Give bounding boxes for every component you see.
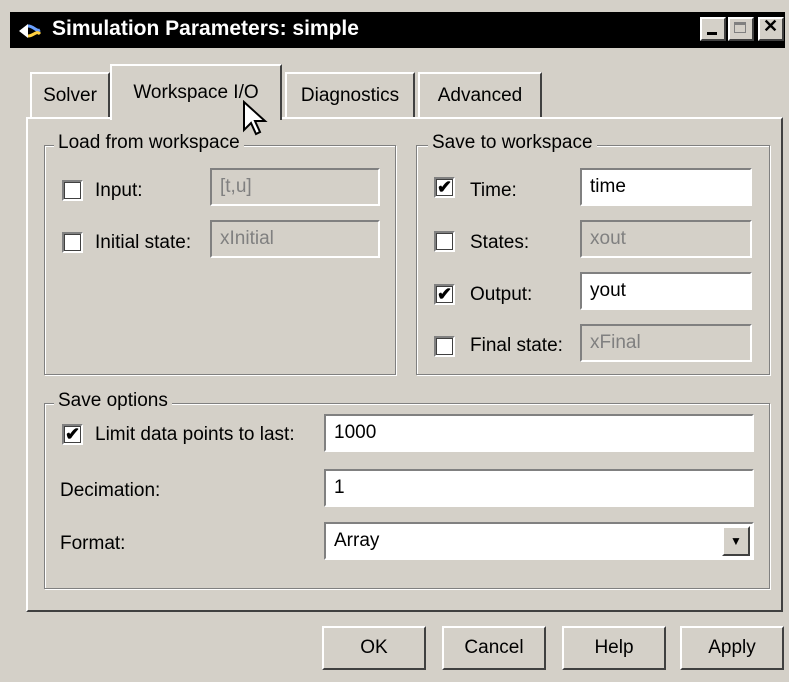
input-label: Input: [95, 180, 143, 201]
decimation-field[interactable]: 1 [324, 469, 754, 507]
initial-state-checkbox[interactable] [62, 232, 83, 253]
output-field[interactable]: yout [580, 272, 752, 310]
initial-state-field[interactable]: xInitial [210, 220, 380, 258]
time-label: Time: [470, 180, 517, 201]
simulink-icon [19, 24, 42, 38]
time-field[interactable]: time [580, 168, 752, 206]
mouse-cursor-icon [243, 100, 268, 136]
time-checkbox[interactable]: ✔ [434, 177, 455, 198]
format-select[interactable]: Array ▼ [324, 522, 754, 560]
decimation-label: Decimation: [60, 480, 161, 501]
ok-button[interactable]: OK [322, 626, 426, 670]
cancel-button[interactable]: Cancel [442, 626, 546, 670]
save-options-title: Save options [54, 390, 172, 412]
limit-data-points-field[interactable]: 1000 [324, 414, 754, 452]
check-icon: ✔ [436, 177, 453, 197]
final-state-field[interactable]: xFinal [580, 324, 752, 362]
input-checkbox[interactable] [62, 180, 83, 201]
help-button[interactable]: Help [562, 626, 666, 670]
window-title: Simulation Parameters: simple [52, 17, 359, 40]
check-icon: ✔ [436, 284, 453, 304]
close-icon: ✕ [763, 16, 779, 36]
maximize-icon [734, 22, 746, 33]
input-field[interactable]: [t,u] [210, 168, 380, 206]
output-checkbox[interactable]: ✔ [434, 284, 455, 305]
tab-solver[interactable]: Solver [30, 72, 110, 118]
final-state-checkbox[interactable] [434, 336, 455, 357]
tab-diagnostics[interactable]: Diagnostics [285, 72, 415, 118]
load-from-workspace-title: Load from workspace [54, 132, 244, 154]
output-label: Output: [470, 284, 533, 305]
chevron-down-icon: ▼ [730, 534, 742, 548]
format-select-value: Array [334, 530, 380, 551]
title-bar[interactable]: Simulation Parameters: simple ✕ [0, 0, 789, 52]
minimize-button[interactable] [700, 17, 726, 41]
states-label: States: [470, 232, 530, 253]
check-icon: ✔ [64, 424, 81, 444]
save-to-workspace-title: Save to workspace [428, 132, 597, 154]
states-field[interactable]: xout [580, 220, 752, 258]
limit-data-points-label: Limit data points to last: [95, 424, 295, 445]
apply-button[interactable]: Apply [680, 626, 784, 670]
final-state-label: Final state: [470, 335, 563, 356]
minimize-icon [707, 32, 717, 35]
format-label: Format: [60, 533, 126, 554]
maximize-button[interactable] [728, 17, 754, 41]
dropdown-button[interactable]: ▼ [722, 526, 750, 556]
limit-data-points-checkbox[interactable]: ✔ [62, 424, 83, 445]
close-button[interactable]: ✕ [758, 16, 784, 41]
initial-state-label: Initial state: [95, 232, 192, 253]
tab-advanced[interactable]: Advanced [418, 72, 542, 118]
states-checkbox[interactable] [434, 231, 455, 252]
